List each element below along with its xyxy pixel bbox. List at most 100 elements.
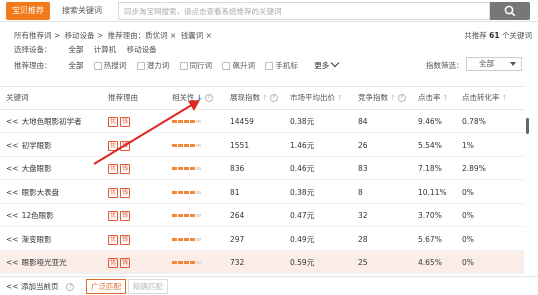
sort-icon: ↑ bbox=[262, 94, 268, 102]
header-label: 市场平均出价 bbox=[290, 93, 335, 102]
keyword-cell[interactable]: << 12色眼影 bbox=[6, 204, 54, 227]
reason-option-rising[interactable]: 飙升词 bbox=[222, 60, 255, 71]
more-label: 更多 bbox=[314, 61, 330, 70]
add-keyword-icon[interactable]: << bbox=[6, 141, 19, 150]
relevance-segment bbox=[172, 143, 177, 147]
index-filter-value: 全部 bbox=[479, 59, 494, 68]
checkbox-icon bbox=[265, 62, 274, 70]
count-suffix: 个关键词 bbox=[502, 31, 532, 40]
relevance-segment bbox=[190, 120, 195, 123]
table-row[interactable]: << 大地色眼影初学者 优钱 14459 0.38元 84 9.46% 0.78% bbox=[0, 110, 524, 133]
header-impressions[interactable]: 展现指数 ↑? bbox=[230, 87, 278, 109]
help-icon[interactable]: ? bbox=[66, 283, 75, 291]
table-row[interactable]: << 眼影大表盘 优钱 81 0.38元 8 10.11% 0% bbox=[0, 181, 524, 204]
device-option-computer[interactable]: 计算机 bbox=[94, 44, 117, 55]
tab-search-keywords[interactable]: 搜索关键词 bbox=[62, 2, 102, 20]
header-ctr[interactable]: 点击率 ↑ bbox=[418, 87, 448, 109]
add-keyword-icon[interactable]: << bbox=[6, 117, 19, 126]
reason-filter-label: 推荐理由： bbox=[14, 61, 52, 70]
header-competition[interactable]: 竞争指数 ↑? bbox=[358, 87, 406, 109]
relevance-bar bbox=[172, 190, 202, 194]
relevance-segment bbox=[190, 167, 195, 170]
cvr-cell: 0% bbox=[462, 187, 474, 197]
scrollbar-thumb[interactable] bbox=[526, 118, 529, 134]
table-row[interactable]: << 大盘眼影 优钱 836 0.46元 83 7.18% 2.89% bbox=[0, 157, 524, 180]
avg-bid-cell: 0.59元 bbox=[290, 258, 315, 267]
table-row[interactable]: << 初学眼影 优钱 1551 1.46元 26 5.54% 1% bbox=[0, 134, 524, 157]
header-avg-bid[interactable]: 市场平均出价 ↑ bbox=[290, 87, 343, 109]
keyword-cell[interactable]: << 眼影大表盘 bbox=[6, 181, 59, 204]
reason-option-potential[interactable]: 潜力词 bbox=[136, 60, 169, 71]
relevance-segment bbox=[172, 120, 177, 123]
relevance-segment bbox=[196, 237, 201, 241]
reason-option-peer[interactable]: 同行词 bbox=[179, 60, 212, 71]
relevance-segment bbox=[178, 167, 183, 170]
checkbox-icon bbox=[93, 62, 102, 70]
broad-match-button[interactable]: 广泛匹配 bbox=[86, 279, 126, 294]
breadcrumb-item[interactable]: 推荐理由：质优词 × bbox=[108, 31, 177, 40]
table-row[interactable]: << 眼影哑光亚光 优钱 732 0.59元 25 4.65% 0% bbox=[0, 251, 524, 274]
scrollbar-track[interactable] bbox=[524, 110, 532, 276]
keyword-text: 初学眼影 bbox=[21, 140, 52, 150]
wallet-badge-icon: 钱 bbox=[120, 234, 130, 245]
relevance-segment bbox=[172, 190, 177, 194]
count-value: 61 bbox=[489, 31, 500, 40]
breadcrumb-item[interactable]: 移动设备 > bbox=[65, 31, 104, 40]
exact-match-button[interactable]: 精确匹配 bbox=[128, 279, 168, 294]
breadcrumb-item[interactable]: 钱囊词 × bbox=[181, 31, 212, 40]
add-keyword-icon[interactable]: << bbox=[6, 211, 19, 220]
relevance-segment bbox=[184, 237, 189, 241]
keyword-cell[interactable]: << 渐变眼影 bbox=[6, 228, 52, 251]
index-filter-select[interactable]: 全部 bbox=[466, 57, 522, 71]
keyword-text: 12色眼影 bbox=[21, 211, 54, 220]
device-option-all[interactable]: 全部 bbox=[68, 44, 83, 55]
relevance-segment bbox=[190, 261, 195, 264]
relevance-segment bbox=[172, 237, 177, 241]
keyword-text: 大地色眼影初学者 bbox=[21, 117, 82, 126]
keyword-cell[interactable]: << 初学眼影 bbox=[6, 134, 52, 157]
index-filter-label: 指数筛选： bbox=[426, 61, 464, 70]
add-keyword-icon[interactable]: << bbox=[6, 258, 19, 267]
reason-cell: 优钱 bbox=[108, 251, 132, 274]
more-button[interactable]: 更多 bbox=[314, 58, 340, 71]
competition-cell: 32 bbox=[358, 211, 368, 220]
checkbox-icon bbox=[136, 62, 145, 70]
breadcrumb-item[interactable]: 所有推荐词 > bbox=[14, 31, 60, 40]
relevance-segment bbox=[178, 261, 183, 264]
search-button[interactable] bbox=[490, 2, 530, 20]
search-icon bbox=[504, 5, 516, 17]
reason-option-label: 热搜词 bbox=[103, 61, 127, 70]
help-icon[interactable]: ? bbox=[397, 94, 406, 102]
ctr-cell: 10.11% bbox=[418, 187, 447, 197]
reason-cell: 优钱 bbox=[108, 204, 132, 227]
header-relevance[interactable]: 相关性 ↓? bbox=[172, 87, 213, 109]
add-page-label: << 添加当前页 bbox=[6, 282, 59, 291]
checkbox-icon bbox=[179, 62, 188, 70]
chevron-down-icon bbox=[330, 58, 340, 68]
ctr-cell: 5.67% bbox=[418, 234, 442, 244]
add-keyword-icon[interactable]: << bbox=[6, 235, 19, 244]
reason-option-all[interactable]: 全部 bbox=[68, 60, 83, 71]
header-label: 相关性 bbox=[172, 93, 195, 102]
keyword-cell[interactable]: << 眼影哑光亚光 bbox=[6, 251, 67, 274]
add-page-button[interactable]: << 添加当前页? bbox=[6, 281, 75, 292]
keyword-cell[interactable]: << 大盘眼影 bbox=[6, 157, 52, 180]
help-icon[interactable]: ? bbox=[269, 94, 278, 102]
table-row[interactable]: << 渐变眼影 优钱 297 0.49元 28 5.67% 0% bbox=[0, 228, 524, 251]
add-keyword-icon[interactable]: << bbox=[6, 164, 19, 173]
search-box[interactable] bbox=[118, 2, 490, 20]
table-row[interactable]: << 12色眼影 优钱 264 0.47元 32 3.70% 0% bbox=[0, 204, 524, 227]
help-icon[interactable]: ? bbox=[204, 94, 213, 102]
tab-recommend[interactable]: 宝贝推荐 bbox=[6, 2, 50, 20]
breadcrumb: 所有推荐词 > 移动设备 > 推荐理由：质优词 × 钱囊词 × bbox=[14, 30, 214, 41]
cvr-cell: 1% bbox=[462, 140, 474, 150]
keyword-cell[interactable]: << 大地色眼影初学者 bbox=[6, 110, 82, 133]
reason-option-hot[interactable]: 热搜词 bbox=[93, 60, 127, 71]
search-input[interactable] bbox=[119, 3, 489, 19]
relevance-bar bbox=[172, 261, 202, 264]
device-option-mobile[interactable]: 移动设备 bbox=[127, 44, 157, 55]
relevance-segment bbox=[190, 214, 195, 217]
header-cvr[interactable]: 点击转化率 ↑ bbox=[462, 87, 507, 109]
reason-option-mobile[interactable]: 手机标 bbox=[265, 60, 298, 71]
add-keyword-icon[interactable]: << bbox=[6, 188, 19, 197]
